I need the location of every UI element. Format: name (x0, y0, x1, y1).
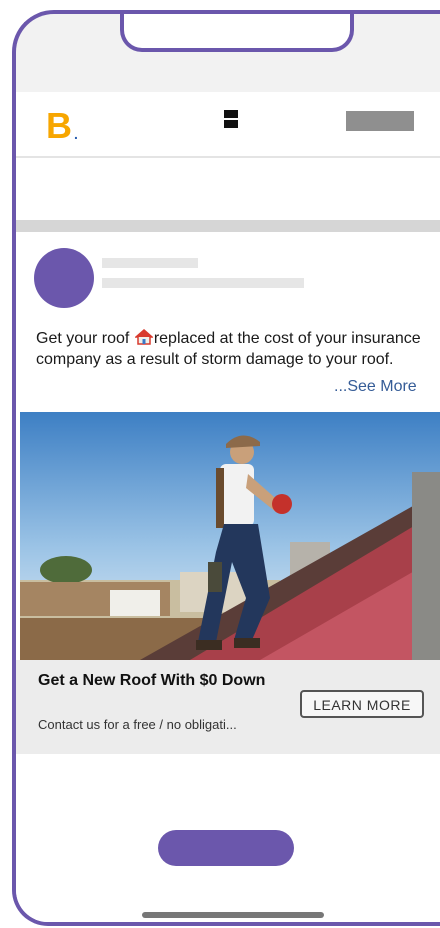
post-body-text: Get your roof replaced at the cost of yo… (36, 328, 428, 370)
bottom-area (16, 754, 440, 922)
ad-headline[interactable]: Get a New Roof With $0 Down (38, 670, 278, 691)
see-more-link[interactable]: ...See More (334, 376, 417, 397)
ad-description: Contact us for a free / no obligati... (38, 717, 237, 732)
avatar[interactable] (34, 248, 94, 308)
roofer-photo-illustration (20, 412, 440, 660)
brand-logo-dot: . (74, 126, 78, 142)
phone-frame: B . Get your roof replaced at the cost o… (12, 10, 440, 926)
post-text-start: Get your roof (36, 330, 134, 347)
phone-notch (120, 14, 354, 52)
sponsored-post-card: Get your roof replaced at the cost of yo… (16, 232, 440, 754)
ad-cta-bar: Get a New Roof With $0 Down Contact us f… (16, 660, 440, 754)
roofer-photo[interactable] (20, 412, 440, 660)
learn-more-button[interactable]: LEARN MORE (300, 690, 424, 718)
brand-logo[interactable]: B (46, 108, 72, 144)
action-pill-button[interactable] (158, 830, 294, 866)
menu-icon[interactable] (224, 110, 238, 128)
feed-divider (16, 220, 440, 232)
home-indicator[interactable] (142, 912, 324, 918)
author-name-placeholder (102, 258, 198, 268)
post-meta-placeholder (102, 278, 304, 288)
header-placeholder-block (346, 111, 414, 131)
top-navigation-bar: B . (16, 92, 440, 156)
blank-feed-area (16, 156, 440, 222)
house-icon (134, 329, 153, 345)
